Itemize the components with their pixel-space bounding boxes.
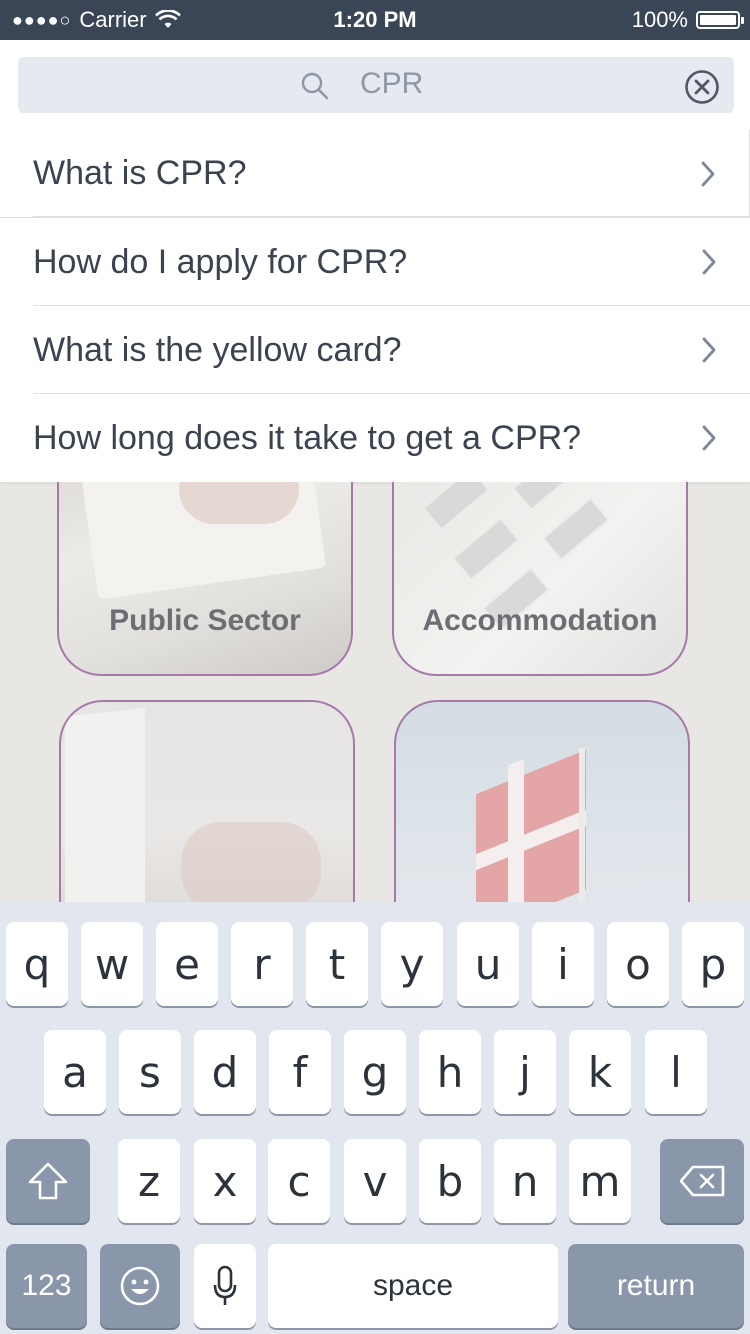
shift-icon xyxy=(28,1162,68,1200)
backspace-icon xyxy=(679,1165,725,1197)
key-k[interactable]: k xyxy=(569,1030,631,1114)
laptop-photo xyxy=(65,707,145,902)
key-r[interactable]: r xyxy=(231,922,293,1006)
dictation-key[interactable] xyxy=(194,1244,256,1328)
key-h[interactable]: h xyxy=(419,1030,481,1114)
search-result-label: What is the yellow card? xyxy=(33,330,402,369)
flag-cross xyxy=(508,758,524,902)
search-header: CPR xyxy=(0,40,750,131)
building-photo xyxy=(511,482,581,512)
chevron-right-icon xyxy=(702,425,716,451)
key-n[interactable]: n xyxy=(494,1139,556,1223)
category-tile-work[interactable] xyxy=(59,700,355,902)
status-right: 100% xyxy=(631,7,744,33)
status-bar: ●●●●○ Carrier 1:20 PM 100% xyxy=(0,0,750,40)
emoji-key[interactable] xyxy=(100,1244,180,1328)
divider xyxy=(33,216,749,217)
key-y[interactable]: y xyxy=(381,922,443,1006)
key-p[interactable]: p xyxy=(682,922,744,1006)
emoji-icon xyxy=(120,1266,160,1306)
numbers-key[interactable]: 123 xyxy=(6,1244,87,1328)
search-input[interactable]: CPR xyxy=(18,57,734,113)
category-tile-label: Accommodation xyxy=(422,604,658,637)
key-o[interactable]: o xyxy=(607,922,669,1006)
category-tile-accommodation[interactable]: Accommodation xyxy=(392,482,688,676)
key-z[interactable]: z xyxy=(118,1139,180,1223)
category-grid: Public Sector Accommodation xyxy=(0,482,750,902)
search-result-label: How do I apply for CPR? xyxy=(33,242,408,281)
building-photo xyxy=(451,516,521,582)
flag-pole xyxy=(579,748,585,902)
category-tile-label: Public Sector xyxy=(109,604,301,637)
key-i[interactable]: i xyxy=(532,922,594,1006)
software-keyboard: q w e r t y u i o p a s d f g h j k l z … xyxy=(0,902,750,1334)
search-result-item[interactable]: What is the yellow card? xyxy=(0,306,750,394)
key-v[interactable]: v xyxy=(344,1139,406,1223)
search-result-item[interactable]: What is CPR? xyxy=(0,130,750,218)
key-b[interactable]: b xyxy=(419,1139,481,1223)
search-query-text[interactable]: CPR xyxy=(360,67,423,101)
search-icon xyxy=(301,72,329,100)
chevron-right-icon xyxy=(702,337,716,363)
key-c[interactable]: c xyxy=(268,1139,330,1223)
microphone-icon xyxy=(213,1265,237,1305)
search-result-item[interactable]: How long does it take to get a CPR? xyxy=(0,394,750,482)
search-result-item[interactable]: How do I apply for CPR? xyxy=(0,218,750,306)
battery-icon xyxy=(696,11,744,29)
key-e[interactable]: e xyxy=(156,922,218,1006)
typing-hands-photo xyxy=(181,822,321,902)
key-t[interactable]: t xyxy=(306,922,368,1006)
clear-icon[interactable] xyxy=(684,69,720,105)
battery-fill xyxy=(700,15,736,25)
shift-key[interactable] xyxy=(6,1139,90,1223)
category-tile-public-sector[interactable]: Public Sector xyxy=(57,482,353,676)
key-a[interactable]: a xyxy=(44,1030,106,1114)
key-l[interactable]: l xyxy=(645,1030,707,1114)
search-result-label: What is CPR? xyxy=(33,154,247,192)
space-key[interactable]: space xyxy=(268,1244,558,1328)
category-tile-denmark[interactable] xyxy=(394,700,690,902)
building-photo xyxy=(541,496,611,562)
search-result-label: How long does it take to get a CPR? xyxy=(33,418,582,457)
key-j[interactable]: j xyxy=(494,1030,556,1114)
chevron-right-icon xyxy=(701,161,715,187)
key-m[interactable]: m xyxy=(569,1139,631,1223)
chevron-right-icon xyxy=(702,249,716,275)
building-photo xyxy=(421,482,491,532)
key-u[interactable]: u xyxy=(457,922,519,1006)
key-g[interactable]: g xyxy=(344,1030,406,1114)
key-f[interactable]: f xyxy=(269,1030,331,1114)
key-w[interactable]: w xyxy=(81,922,143,1006)
search-results-list: What is CPR? How do I apply for CPR? Wha… xyxy=(0,130,750,482)
delete-key[interactable] xyxy=(660,1139,744,1223)
key-d[interactable]: d xyxy=(194,1030,256,1114)
return-key[interactable]: return xyxy=(568,1244,744,1328)
key-q[interactable]: q xyxy=(6,922,68,1006)
hand-photo xyxy=(179,482,299,524)
key-x[interactable]: x xyxy=(194,1139,256,1223)
key-s[interactable]: s xyxy=(119,1030,181,1114)
battery-percent: 100% xyxy=(631,7,688,32)
